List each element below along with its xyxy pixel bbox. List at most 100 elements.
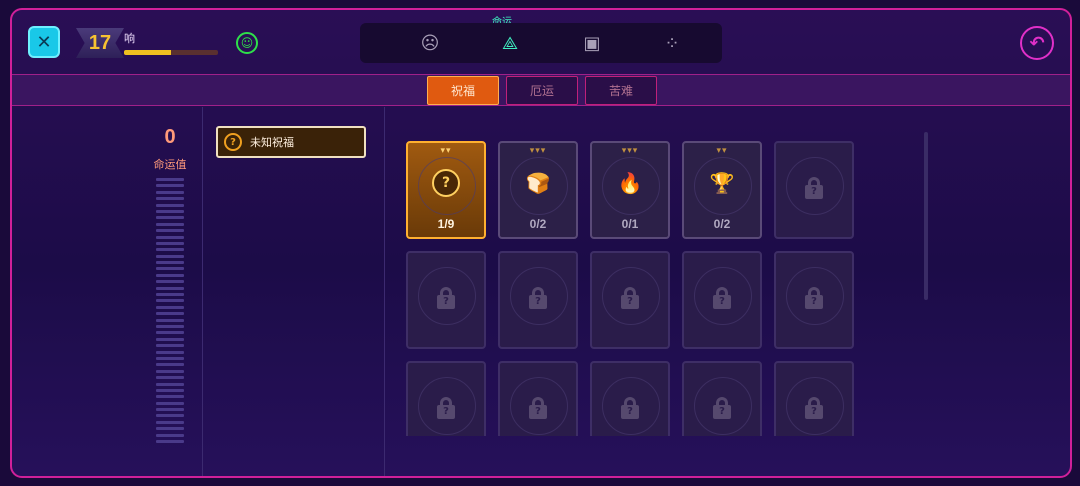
gauge-segment: [156, 286, 184, 290]
gauge-segment: [156, 324, 184, 328]
gauge-segment: [156, 337, 184, 341]
game-frame: ✕ 17 响 ☺ 命运 ☹ ⟁ ▣ ⁘ ↶ 祝福 厄运 苦难 0 命运值 ? 未…: [10, 8, 1072, 478]
fate-gauge: [156, 178, 184, 456]
gauge-segment: [156, 363, 184, 367]
lock-icon: ?: [713, 287, 731, 309]
level-badge: 17: [76, 28, 124, 58]
gauge-segment: [156, 216, 184, 220]
gauge-segment: [156, 197, 184, 201]
gauge-segment: [156, 376, 184, 380]
gauge-segment: [156, 203, 184, 207]
gauge-segment: [156, 382, 184, 386]
gauge-segment: [156, 248, 184, 252]
gauge-segment: [156, 388, 184, 392]
subtab-misfortune[interactable]: 厄运: [506, 76, 578, 105]
gauge-segment: [156, 229, 184, 233]
subtab-strip: 祝福 厄运 苦难: [12, 74, 1070, 106]
locked-card[interactable]: ?: [498, 361, 578, 436]
lock-icon: ?: [529, 397, 547, 419]
lock-icon: ?: [805, 397, 823, 419]
subtab-blessing[interactable]: 祝福: [427, 76, 499, 105]
blessing-card[interactable]: ▾▾ 🏆 0/2: [682, 141, 762, 239]
gauge-segment: [156, 209, 184, 213]
subtab-suffering[interactable]: 苦难: [585, 76, 657, 105]
gauge-segment: [156, 312, 184, 316]
lock-icon: ?: [621, 397, 639, 419]
locked-card[interactable]: ?: [682, 251, 762, 349]
lock-icon: ?: [529, 287, 547, 309]
tab-dots-x-icon[interactable]: ⁘: [642, 23, 702, 63]
category-item-unknown-blessing[interactable]: ? 未知祝福: [216, 126, 366, 158]
player-name: 响: [124, 32, 135, 45]
blessing-card[interactable]: ▾▾▾ 🍞 0/2: [498, 141, 578, 239]
card-count: 0/2: [713, 217, 731, 231]
cup-icon: 🏆: [709, 171, 735, 195]
gauge-segment: [156, 178, 184, 181]
lock-icon: ?: [437, 287, 455, 309]
category-label: 未知祝福: [250, 136, 294, 149]
gauge-segment: [156, 280, 184, 284]
fate-value: 0: [164, 126, 176, 148]
lock-icon: ?: [437, 397, 455, 419]
gauge-segment: [156, 293, 184, 297]
card-grid: ▾▾? 1/9 ▾▾▾ 🍞 0/2 ▾▾▾ 🔥 0/1 ▾▾ 🏆 0/2???????????: [396, 126, 866, 436]
scrollbar[interactable]: [924, 132, 928, 300]
bread-icon: 🍞: [525, 171, 551, 195]
divider: [202, 107, 203, 476]
xp-bar: [124, 50, 218, 55]
gauge-segment: [156, 267, 184, 271]
card-count: 1/9: [437, 217, 455, 231]
gauge-segment: [156, 344, 184, 348]
gauge-segment: [156, 273, 184, 277]
divider: [384, 107, 385, 476]
top-bar: ✕ 17 响 ☺ 命运 ☹ ⟁ ▣ ⁘ ↶: [12, 10, 1070, 74]
gauge-segment: [156, 369, 184, 373]
lock-icon: ?: [621, 287, 639, 309]
locked-card[interactable]: ?: [590, 251, 670, 349]
locked-card[interactable]: ?: [774, 141, 854, 239]
locked-card[interactable]: ?: [590, 361, 670, 436]
gauge-segment: [156, 440, 184, 444]
blessing-card[interactable]: ▾▾▾ 🔥 0/1: [590, 141, 670, 239]
gauge-segment: [156, 414, 184, 418]
gauge-segment: [156, 331, 184, 335]
gauge-segment: [156, 420, 184, 424]
gauge-segment: [156, 356, 184, 360]
category-tabbar: ☹ ⟁ ▣ ⁘: [360, 23, 722, 63]
gauge-segment: [156, 235, 184, 239]
locked-card[interactable]: ?: [682, 361, 762, 436]
lock-icon: ?: [713, 397, 731, 419]
card-tier: ▾▾▾: [529, 146, 547, 156]
exit-icon[interactable]: ✕: [28, 26, 60, 58]
gauge-segment: [156, 261, 184, 265]
locked-card[interactable]: ?: [774, 361, 854, 436]
fire-icon: 🔥: [617, 171, 643, 195]
gauge-segment: [156, 401, 184, 405]
gauge-segment: [156, 427, 184, 431]
gauge-segment: [156, 222, 184, 226]
lock-icon: ?: [805, 177, 823, 199]
tab-triquetra-icon[interactable]: ⟁: [480, 23, 540, 63]
gauge-segment: [156, 305, 184, 309]
locked-card[interactable]: ?: [406, 361, 486, 436]
card-tier: ▾▾: [716, 146, 728, 156]
blessing-card[interactable]: ▾▾? 1/9: [406, 141, 486, 239]
card-count: 0/2: [529, 217, 547, 231]
tab-shield-puzzle-icon[interactable]: ▣: [562, 23, 622, 63]
gauge-segment: [156, 184, 184, 188]
gauge-segment: [156, 350, 184, 354]
gauge-segment: [156, 299, 184, 303]
card-tier: ▾▾▾: [621, 146, 639, 156]
smile-icon[interactable]: ☺: [236, 32, 258, 54]
xp-fill: [124, 50, 171, 55]
fate-label: 命运值: [153, 158, 187, 171]
locked-card[interactable]: ?: [406, 251, 486, 349]
question-orb-icon: ?: [432, 169, 460, 197]
back-arrow-icon[interactable]: ↶: [1020, 26, 1054, 60]
locked-card[interactable]: ?: [498, 251, 578, 349]
gauge-segment: [156, 433, 184, 437]
locked-card[interactable]: ?: [774, 251, 854, 349]
gauge-segment: [156, 408, 184, 412]
gauge-segment: [156, 318, 184, 322]
tab-face-icon[interactable]: ☹: [400, 23, 460, 63]
